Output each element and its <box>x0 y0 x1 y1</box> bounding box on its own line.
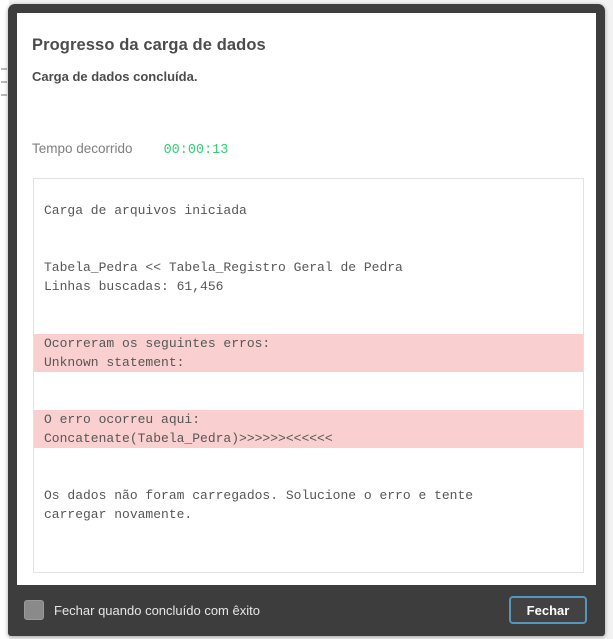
log-line: Linhas buscadas: 61,456 <box>44 279 224 294</box>
log-line-error: Ocorreram os seguintes erros: <box>34 334 583 353</box>
close-button[interactable]: Fechar <box>509 596 587 624</box>
data-load-progress-dialog: Progresso da carga de dados Carga de dad… <box>8 4 605 636</box>
autoclose-checkbox-row[interactable]: Fechar quando concluído com êxito <box>24 600 260 620</box>
log-line-error: Unknown statement: <box>34 353 583 372</box>
ghost-text-line <box>1 81 7 83</box>
log-line: Carga de arquivos iniciada <box>44 203 247 218</box>
log-line-error: Concatenate(Tabela_Pedra)>>>>>><<<<<< <box>34 429 583 448</box>
load-status-text: Carga de dados concluída. <box>32 69 198 84</box>
autoclose-checkbox-label: Fechar quando concluído com êxito <box>54 602 260 618</box>
elapsed-time-value: 00:00:13 <box>163 143 229 158</box>
elapsed-time-row: Tempo decorrido 00:00:13 <box>32 141 228 158</box>
elapsed-time-label: Tempo decorrido <box>32 141 133 156</box>
log-line-error: O erro ocorreu aqui: <box>34 410 583 429</box>
dialog-footer: Fechar quando concluído com êxito Fechar <box>17 589 596 631</box>
autoclose-checkbox[interactable] <box>24 600 44 620</box>
dialog-title: Progresso da carga de dados <box>32 36 266 54</box>
dialog-body: Progresso da carga de dados Carga de dad… <box>17 13 596 585</box>
log-line: Tabela_Pedra << Tabela_Registro Geral de… <box>44 260 403 275</box>
ghost-text-line <box>1 94 7 96</box>
ghost-text-line <box>1 68 7 70</box>
log-line: carregar novamente. <box>44 507 193 522</box>
log-line: Os dados não foram carregados. Solucione… <box>44 488 474 503</box>
load-log-panel[interactable]: Carga de arquivos iniciada Tabela_Pedra … <box>33 178 584 573</box>
